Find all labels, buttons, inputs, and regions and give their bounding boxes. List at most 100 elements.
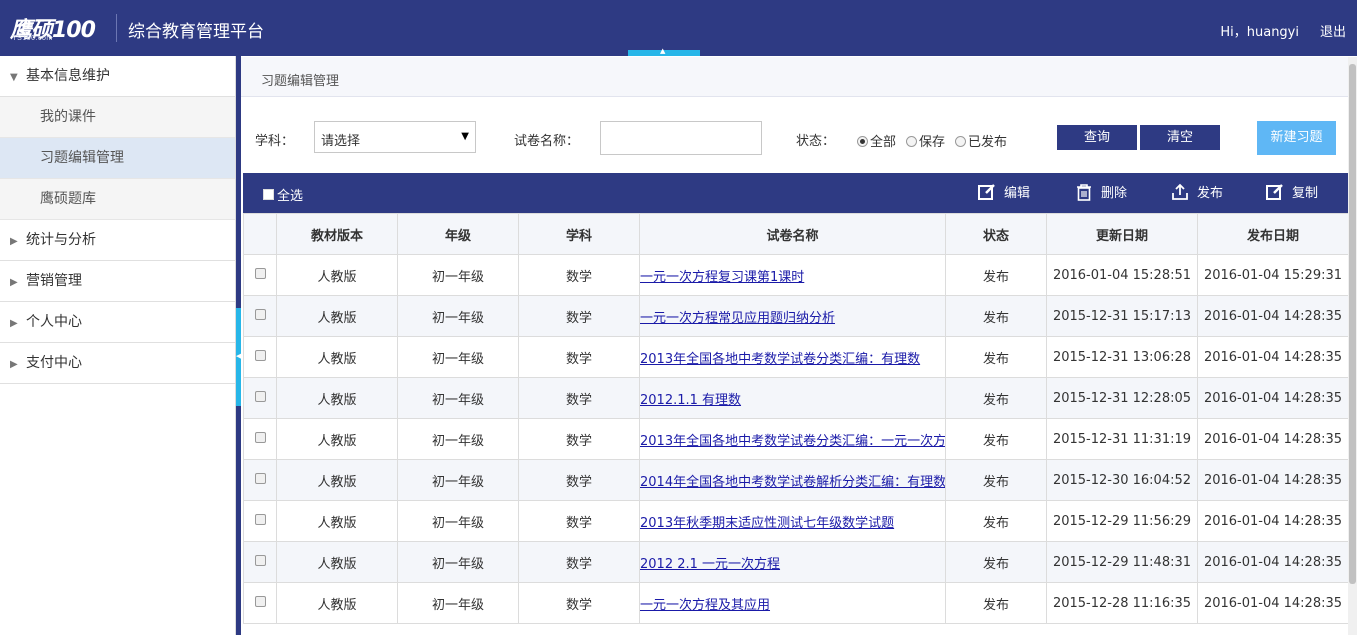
- sidebar-group-basic-info[interactable]: ▼ 基本信息维护: [0, 56, 235, 97]
- query-button[interactable]: 查询: [1057, 125, 1137, 150]
- row-checkbox[interactable]: [254, 431, 266, 443]
- row-select-cell: [243, 582, 277, 624]
- row-checkbox[interactable]: [254, 267, 266, 279]
- brand-logo[interactable]: 鹰硕100 YS100.com: [10, 10, 110, 44]
- copy-button[interactable]: 复制: [1266, 183, 1318, 203]
- cell-subject: 数学: [518, 459, 640, 501]
- column-header-published[interactable]: 发布日期: [1197, 213, 1349, 255]
- checkbox-icon: [263, 189, 274, 200]
- subject-label: 学科：: [255, 134, 295, 149]
- sidebar-group-label: 支付中心: [26, 355, 82, 371]
- paper-name-link[interactable]: 2012.1.1 有理数: [641, 393, 742, 408]
- cell-subject: 数学: [518, 254, 640, 296]
- status-radio-published[interactable]: 已发布: [955, 131, 1007, 150]
- paper-name-link[interactable]: 2013年全国各地中考数学试卷分类汇编：一元一次方程: [641, 434, 945, 449]
- paper-name-link[interactable]: 2014年全国各地中考数学试卷解析分类汇编：有理数: [641, 475, 945, 490]
- header-divider: [116, 14, 117, 42]
- cell-paper-name: 2014年全国各地中考数学试卷解析分类汇编：有理数: [639, 459, 946, 501]
- cell-grade: 初一年级: [397, 377, 519, 419]
- cell-updated: 2015-12-31 15:17:13: [1046, 295, 1198, 337]
- sidebar-group-statistics[interactable]: ▶ 统计与分析: [0, 220, 235, 261]
- cell-status: 发布: [945, 582, 1047, 624]
- page-scrollbar-thumb[interactable]: [1349, 64, 1356, 584]
- sidebar-group-marketing[interactable]: ▶ 营销管理: [0, 261, 235, 302]
- sidebar-group-label: 统计与分析: [26, 232, 96, 248]
- column-header-updated[interactable]: 更新日期: [1046, 213, 1198, 255]
- breadcrumb: 习题编辑管理: [241, 57, 1348, 97]
- cell-updated: 2015-12-30 16:04:52: [1046, 459, 1198, 501]
- paper-name-link[interactable]: 一元一次方程复习课第1课时: [641, 270, 805, 285]
- sidebar-item-exercise-management[interactable]: 习题编辑管理: [0, 138, 235, 179]
- clear-button[interactable]: 清空: [1140, 125, 1220, 150]
- row-checkbox[interactable]: [254, 390, 266, 402]
- table-row: 人教版 初一年级 数学 2013年全国各地中考数学试卷分类汇编：有理数 发布 2015-1…: [243, 336, 1349, 378]
- chevron-up-icon: ▲: [660, 47, 666, 55]
- row-checkbox[interactable]: [254, 595, 266, 607]
- cell-status: 发布: [945, 254, 1047, 296]
- cell-updated: 2015-12-28 11:16:35: [1046, 582, 1198, 624]
- cell-paper-name: 2013年全国各地中考数学试卷分类汇编：一元一次方程: [639, 418, 946, 460]
- paper-name-link[interactable]: 2012 2.1 一元一次方程: [641, 557, 781, 572]
- select-all-checkbox[interactable]: 全选: [263, 185, 303, 204]
- sidebar-group-personal[interactable]: ▶ 个人中心: [0, 302, 235, 343]
- sidebar-group-payment[interactable]: ▶ 支付中心: [0, 343, 235, 384]
- table-header-row: 教材版本 年级 学科 试卷名称 状态 更新日期 发布日期: [243, 213, 1349, 255]
- column-header-edition[interactable]: 教材版本: [276, 213, 398, 255]
- delete-button[interactable]: 删除: [1075, 183, 1127, 203]
- cell-paper-name: 2013年全国各地中考数学试卷分类汇编：有理数: [639, 336, 946, 378]
- table-row: 人教版 初一年级 数学 一元一次方程及其应用 发布 2015-12-28 11:16:35…: [243, 582, 1349, 624]
- sidebar-group-label: 个人中心: [26, 314, 82, 330]
- subject-select[interactable]: 请选择 ▼: [314, 121, 476, 153]
- collapse-sidebar-handle[interactable]: ◀: [236, 308, 241, 406]
- cell-paper-name: 一元一次方程常见应用题归纳分析: [639, 295, 946, 337]
- row-checkbox[interactable]: [254, 554, 266, 566]
- cell-status: 发布: [945, 500, 1047, 542]
- status-radio-saved[interactable]: 保存: [906, 131, 945, 150]
- sidebar-item-my-courseware[interactable]: 我的课件: [0, 97, 235, 138]
- table-row: 人教版 初一年级 数学 一元一次方程常见应用题归纳分析 发布 2015-12-31 15:…: [243, 295, 1349, 337]
- row-checkbox[interactable]: [254, 513, 266, 525]
- cell-paper-name: 2012.1.1 有理数: [639, 377, 946, 419]
- edit-icon: [978, 184, 995, 200]
- caret-right-icon: ▶: [10, 318, 18, 329]
- column-header-paper-name[interactable]: 试卷名称: [639, 213, 946, 255]
- sidebar: ▼ 基本信息维护 我的课件 习题编辑管理 鹰硕题库 ▶ 统计与分析 ▶ 营销管理 ▶ 个…: [0, 56, 236, 635]
- row-checkbox[interactable]: [254, 349, 266, 361]
- table-row: 人教版 初一年级 数学 2013年全国各地中考数学试卷分类汇编：一元一次方程 发布 201…: [243, 418, 1349, 460]
- cell-published: 2016-01-04 14:28:35: [1197, 582, 1349, 624]
- cell-grade: 初一年级: [397, 500, 519, 542]
- paper-name-link[interactable]: 一元一次方程常见应用题归纳分析: [641, 311, 836, 326]
- paper-name-link[interactable]: 一元一次方程及其应用: [641, 598, 771, 613]
- row-checkbox[interactable]: [254, 472, 266, 484]
- paper-name-link[interactable]: 2013年全国各地中考数学试卷分类汇编：有理数: [641, 352, 921, 367]
- cell-paper-name: 2012 2.1 一元一次方程: [639, 541, 946, 583]
- table-toolbar: 全选 编辑 删除 发布 复制: [243, 173, 1348, 213]
- cell-published: 2016-01-04 14:28:35: [1197, 500, 1349, 542]
- cell-status: 发布: [945, 459, 1047, 501]
- row-checkbox[interactable]: [254, 308, 266, 320]
- table-row: 人教版 初一年级 数学 2014年全国各地中考数学试卷解析分类汇编：有理数 发布 2015…: [243, 459, 1349, 501]
- cell-updated: 2015-12-31 13:06:28: [1046, 336, 1198, 378]
- collapse-header-handle[interactable]: ▲: [628, 47, 700, 56]
- column-header-grade[interactable]: 年级: [397, 213, 519, 255]
- new-exercise-button[interactable]: 新建习题: [1257, 121, 1336, 155]
- caret-down-icon: ▼: [10, 72, 18, 83]
- row-select-cell: [243, 295, 277, 337]
- logout-link[interactable]: 退出: [1320, 21, 1346, 40]
- paper-name-link[interactable]: 2013年秋季期末适应性测试七年级数学试题: [641, 516, 895, 531]
- caret-right-icon: ▶: [10, 359, 18, 370]
- status-radio-all[interactable]: 全部: [857, 131, 896, 150]
- column-header-select: [243, 213, 277, 255]
- cell-subject: 数学: [518, 295, 640, 337]
- cell-paper-name: 一元一次方程及其应用: [639, 582, 946, 624]
- select-all-label: 全选: [277, 189, 304, 204]
- edit-button[interactable]: 编辑: [978, 183, 1030, 203]
- sidebar-group-label: 基本信息维护: [26, 68, 110, 84]
- cell-status: 发布: [945, 295, 1047, 337]
- column-header-subject[interactable]: 学科: [518, 213, 640, 255]
- column-header-status[interactable]: 状态: [945, 213, 1047, 255]
- sidebar-item-question-bank[interactable]: 鹰硕题库: [0, 179, 235, 220]
- chevron-left-icon: ◀: [236, 352, 242, 360]
- paper-name-input[interactable]: [600, 121, 762, 155]
- publish-button[interactable]: 发布: [1171, 183, 1223, 203]
